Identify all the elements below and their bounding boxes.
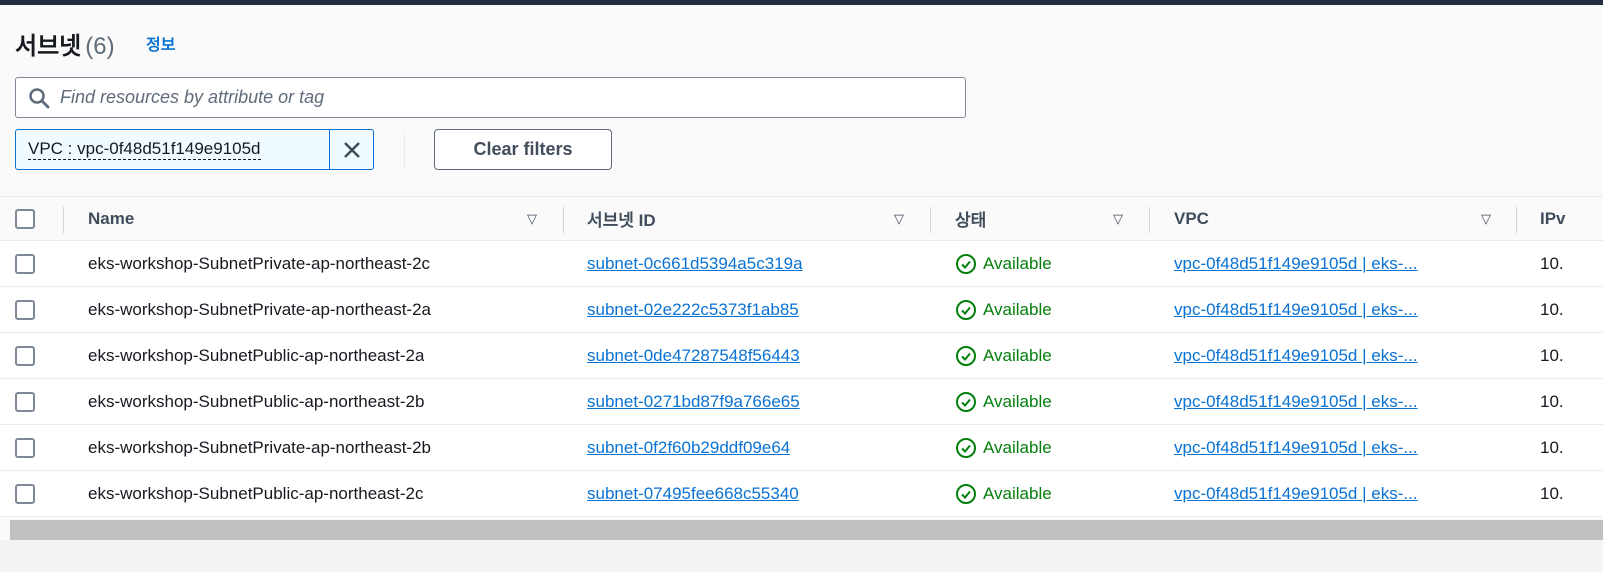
page-title: 서브넷 (6) xyxy=(15,26,115,61)
close-icon xyxy=(343,141,360,158)
row-checkbox[interactable] xyxy=(15,483,35,504)
status-text: Available xyxy=(983,437,1052,457)
status-badge: Available xyxy=(955,425,1052,470)
title-text: 서브넷 xyxy=(15,33,82,60)
subnet-id-link[interactable]: subnet-02e222c5373f1ab85 xyxy=(587,300,799,320)
table-row: eks-workshop-SubnetPublic-ap-northeast-2… xyxy=(0,379,1603,425)
subnet-name: eks-workshop-SubnetPublic-ap-northeast-2… xyxy=(88,345,425,365)
vpc-link[interactable]: vpc-0f48d51f149e9105d | eks-... xyxy=(1174,254,1418,274)
row-checkbox[interactable] xyxy=(15,391,35,412)
subnet-name: eks-workshop-SubnetPublic-ap-northeast-2… xyxy=(88,391,425,411)
subnets-table: Name ▽ 서브넷 ID ▽ 상태 ▽ VPC ▽ IPv eks-works… xyxy=(0,196,1603,517)
table-row: eks-workshop-SubnetPrivate-ap-northeast-… xyxy=(0,241,1603,287)
filter-token: VPC : vpc-0f48d51f149e9105d xyxy=(15,129,374,170)
column-divider[interactable] xyxy=(1149,207,1150,233)
column-header-subnet-id[interactable]: 서브넷 ID xyxy=(587,197,656,240)
vpc-link[interactable]: vpc-0f48d51f149e9105d | eks-... xyxy=(1174,392,1418,412)
row-checkbox[interactable] xyxy=(15,345,35,366)
subnet-id-link[interactable]: subnet-0c661d5394a5c319a xyxy=(587,254,803,274)
subnet-id-link[interactable]: subnet-07495fee668c55340 xyxy=(587,484,799,504)
subnet-name: eks-workshop-SubnetPrivate-ap-northeast-… xyxy=(88,253,431,273)
vpc-link[interactable]: vpc-0f48d51f149e9105d | eks-... xyxy=(1174,438,1418,458)
status-text: Available xyxy=(983,345,1052,365)
clear-filters-button[interactable]: Clear filters xyxy=(434,129,612,170)
status-text: Available xyxy=(983,483,1052,503)
check-circle-icon xyxy=(956,437,976,458)
divider xyxy=(404,130,405,170)
status-text: Available xyxy=(983,299,1052,319)
status-badge: Available xyxy=(955,241,1052,286)
sort-icon[interactable]: ▽ xyxy=(894,211,904,227)
status-badge: Available xyxy=(955,379,1052,424)
ipv4-cidr: 10. xyxy=(1540,299,1564,319)
sort-icon[interactable]: ▽ xyxy=(1113,211,1123,227)
column-header-status[interactable]: 상태 xyxy=(955,197,986,240)
column-divider xyxy=(63,207,64,233)
check-circle-icon xyxy=(956,483,976,504)
footer-area xyxy=(0,540,1603,572)
table-row: eks-workshop-SubnetPrivate-ap-northeast-… xyxy=(0,425,1603,471)
search-icon xyxy=(29,87,50,108)
filter-token-label[interactable]: VPC : vpc-0f48d51f149e9105d xyxy=(16,130,330,169)
subnet-name: eks-workshop-SubnetPublic-ap-northeast-2… xyxy=(88,483,424,503)
resource-count: (6) xyxy=(85,33,115,60)
table-header: Name ▽ 서브넷 ID ▽ 상태 ▽ VPC ▽ IPv xyxy=(0,196,1603,241)
column-header-name[interactable]: Name xyxy=(88,197,134,240)
select-all-checkbox[interactable] xyxy=(15,208,35,229)
check-circle-icon xyxy=(956,345,976,366)
ipv4-cidr: 10. xyxy=(1540,345,1564,365)
status-badge: Available xyxy=(955,471,1052,516)
table-row: eks-workshop-SubnetPublic-ap-northeast-2… xyxy=(0,471,1603,517)
sort-icon[interactable]: ▽ xyxy=(527,211,537,227)
vpc-link[interactable]: vpc-0f48d51f149e9105d | eks-... xyxy=(1174,300,1418,320)
column-divider[interactable] xyxy=(563,207,564,233)
sort-icon[interactable]: ▽ xyxy=(1481,211,1491,227)
subnet-id-link[interactable]: subnet-0f2f60b29ddf09e64 xyxy=(587,438,790,458)
check-circle-icon xyxy=(956,391,976,412)
search-box xyxy=(15,77,966,118)
status-badge: Available xyxy=(955,287,1052,332)
vpc-link[interactable]: vpc-0f48d51f149e9105d | eks-... xyxy=(1174,346,1418,366)
ipv4-cidr: 10. xyxy=(1540,437,1564,457)
column-header-ipv4[interactable]: IPv xyxy=(1540,197,1566,240)
ipv4-cidr: 10. xyxy=(1540,253,1564,273)
table-row: eks-workshop-SubnetPublic-ap-northeast-2… xyxy=(0,333,1603,379)
column-divider[interactable] xyxy=(1516,207,1517,233)
status-text: Available xyxy=(983,391,1052,411)
search-input[interactable] xyxy=(60,87,940,108)
vpc-link[interactable]: vpc-0f48d51f149e9105d | eks-... xyxy=(1174,484,1418,504)
ipv4-cidr: 10. xyxy=(1540,483,1564,503)
column-header-vpc[interactable]: VPC xyxy=(1174,197,1209,240)
status-badge: Available xyxy=(955,333,1052,378)
filter-token-text: VPC : vpc-0f48d51f149e9105d xyxy=(28,139,261,160)
column-divider[interactable] xyxy=(930,207,931,233)
row-checkbox[interactable] xyxy=(15,299,35,320)
check-circle-icon xyxy=(956,253,976,274)
subnet-id-link[interactable]: subnet-0de47287548f56443 xyxy=(587,346,800,366)
remove-filter-button[interactable] xyxy=(330,130,373,169)
subnet-id-link[interactable]: subnet-0271bd87f9a766e65 xyxy=(587,392,800,412)
row-checkbox[interactable] xyxy=(15,253,35,274)
row-checkbox[interactable] xyxy=(15,437,35,458)
info-link[interactable]: 정보 xyxy=(146,31,175,55)
check-circle-icon xyxy=(956,299,976,320)
horizontal-scrollbar[interactable] xyxy=(10,520,1603,540)
top-bar xyxy=(0,0,1603,5)
status-text: Available xyxy=(983,253,1052,273)
ipv4-cidr: 10. xyxy=(1540,391,1564,411)
subnet-name: eks-workshop-SubnetPrivate-ap-northeast-… xyxy=(88,299,432,319)
subnet-name: eks-workshop-SubnetPrivate-ap-northeast-… xyxy=(88,437,432,457)
table-row: eks-workshop-SubnetPrivate-ap-northeast-… xyxy=(0,287,1603,333)
